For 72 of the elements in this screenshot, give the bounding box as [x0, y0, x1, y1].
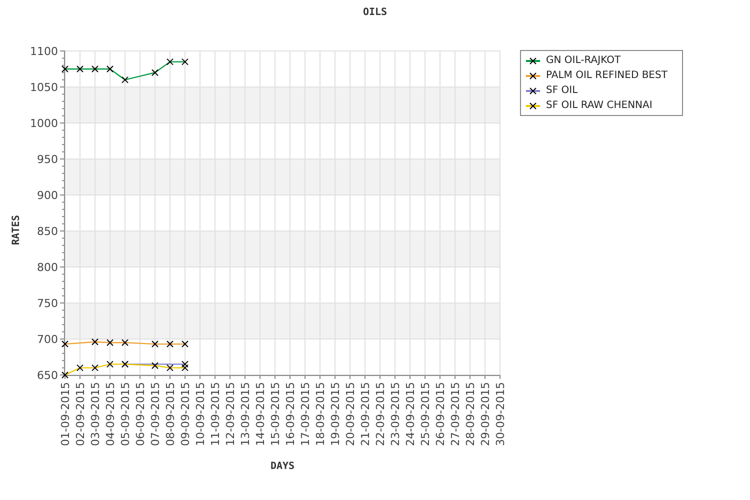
point-marker [106, 339, 114, 346]
chart-title: OILS [362, 6, 388, 19]
y-tick-label: 850 [37, 225, 58, 238]
point-marker [166, 340, 174, 348]
x-tick-label: 29-09-2015 [479, 382, 492, 446]
point-marker [182, 340, 188, 348]
x-tick-label: 30-09-2015 [494, 382, 507, 446]
x-tick-label: 23-09-2015 [389, 382, 402, 446]
y-tick-label: 1000 [30, 117, 58, 130]
point-marker [166, 58, 174, 66]
x-tick-label: 19-09-2015 [329, 382, 342, 446]
y-tick-label: 1100 [30, 45, 58, 58]
x-tick-label: 09-09-2015 [179, 382, 192, 446]
legend-label: GN OIL-RAJKOT [546, 54, 622, 68]
point-marker [106, 66, 114, 72]
x-tick-label: 02-09-2015 [74, 382, 87, 446]
point-marker [92, 338, 98, 346]
point-marker [62, 66, 68, 72]
point-marker [62, 372, 68, 378]
x-tick-label: 20-09-2015 [344, 382, 357, 446]
y-tick-label: 700 [37, 333, 58, 346]
y-axis-title: RATES [11, 214, 22, 246]
point-marker [106, 360, 114, 368]
x-tick-label: 10-09-2015 [194, 382, 207, 446]
point-marker [76, 364, 84, 372]
x-tick-label: 07-09-2015 [149, 382, 162, 446]
x-tick-label: 12-09-2015 [224, 382, 237, 446]
legend-swatch-icon [526, 72, 540, 80]
x-tick-label: 17-09-2015 [299, 382, 312, 446]
point-marker [122, 339, 128, 346]
x-tick-label: 05-09-2015 [119, 382, 132, 446]
legend-swatch-icon [526, 56, 540, 64]
x-tick-label: 18-09-2015 [314, 382, 327, 446]
point-marker [122, 76, 128, 84]
point-marker [62, 340, 68, 348]
legend-label: PALM OIL REFINED BEST [546, 69, 668, 83]
point-marker [152, 340, 158, 348]
x-tick-label: 03-09-2015 [89, 382, 102, 446]
point-marker [76, 66, 84, 72]
x-tick-label: 15-09-2015 [269, 382, 282, 446]
x-tick-label: 21-09-2015 [359, 382, 372, 446]
x-tick-label: 22-09-2015 [374, 382, 387, 446]
y-tick-label: 650 [37, 369, 58, 382]
x-tick-label: 28-09-2015 [464, 382, 477, 446]
y-tick-label: 900 [37, 189, 58, 202]
legend-swatch-icon [526, 86, 540, 94]
y-tick-label: 1050 [30, 81, 58, 94]
legend-label: SF OIL RAW CHENNAI [546, 99, 654, 113]
point-marker [152, 69, 158, 76]
x-tick-label: 14-09-2015 [254, 382, 267, 446]
x-tick-label: 16-09-2015 [284, 382, 297, 446]
legend-label: SF OIL [546, 84, 579, 98]
x-tick-label: 27-09-2015 [449, 382, 462, 446]
point-marker [152, 362, 158, 370]
legend-swatch-icon [526, 102, 540, 110]
x-axis-title: DAYS [270, 461, 295, 472]
x-tick-label: 13-09-2015 [239, 382, 252, 446]
y-tick-label: 750 [37, 297, 58, 310]
x-tick-label: 11-09-2015 [209, 382, 222, 446]
point-marker [92, 66, 98, 72]
point-marker [166, 364, 174, 372]
point-marker [92, 364, 98, 372]
y-tick-label: 950 [37, 153, 58, 166]
x-tick-label: 26-09-2015 [434, 382, 447, 446]
x-tick-label: 01-09-2015 [59, 382, 72, 446]
x-tick-label: 08-09-2015 [164, 382, 177, 446]
x-tick-label: 24-09-2015 [404, 382, 417, 446]
y-tick-label: 800 [37, 261, 58, 274]
x-tick-label: 04-09-2015 [104, 382, 117, 446]
x-tick-label: 25-09-2015 [419, 382, 432, 446]
x-tick-label: 06-09-2015 [134, 382, 147, 446]
point-marker [182, 58, 188, 66]
